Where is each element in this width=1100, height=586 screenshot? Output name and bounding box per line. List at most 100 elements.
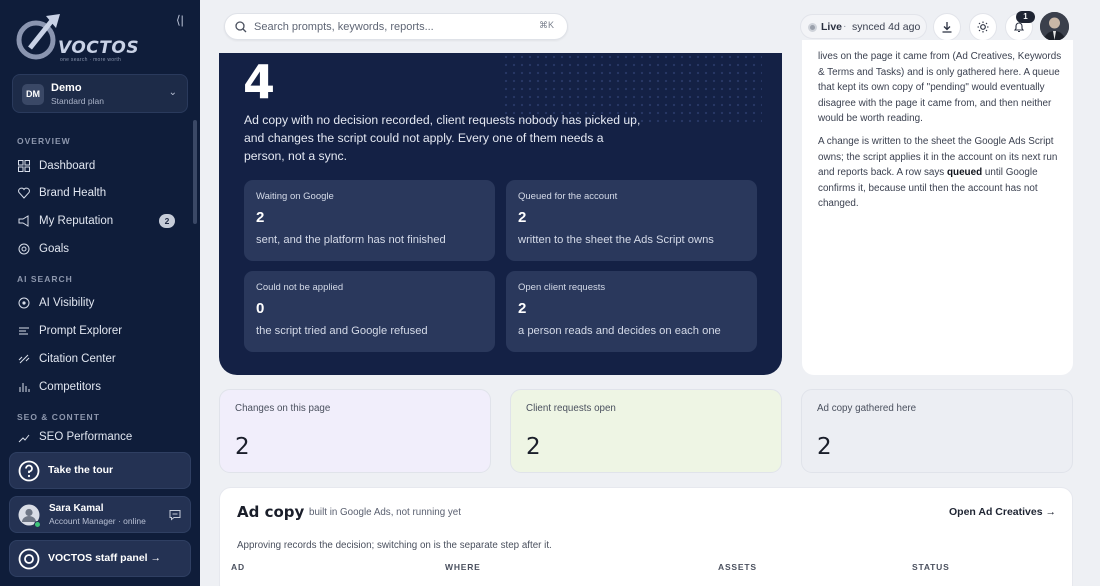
column-header-ad[interactable]: AD [231,562,245,572]
stat-could-not-be-applied[interactable]: Could not be applied 0 the script tried … [244,271,495,352]
stat-queued-for-account[interactable]: Queued for the account 2 written to the … [506,180,757,261]
reputation-count-badge: 2 [159,214,175,228]
sidebar-item-citation-center[interactable]: Citation Center [17,349,177,369]
metric-client-requests-open[interactable]: Client requests open 2 [510,389,782,473]
workspace-avatar: DM [22,84,44,105]
lifebuoy-icon [18,548,40,570]
online-status-dot [34,521,41,528]
profile-photo-icon [1040,12,1069,41]
lines-icon [17,324,31,338]
stat-label: Could not be applied [256,282,344,293]
eye-circle-icon [17,296,31,310]
sidebar-item-dashboard[interactable]: Dashboard [17,156,177,176]
grid-icon [17,159,31,173]
sun-icon [977,21,989,33]
ad-copy-note: Approving records the decision; switchin… [237,540,552,551]
metric-changes-on-page[interactable]: Changes on this page 2 [219,389,491,473]
ad-copy-card: Ad copy built in Google Ads, not running… [219,487,1073,586]
sidebar-item-label: SEO Performance [39,431,133,443]
synced-time: synced 4d ago [852,21,921,33]
metric-ad-copy-gathered[interactable]: Ad copy gathered here 2 [801,389,1073,473]
stat-value: 2 [256,209,265,226]
sidebar-item-brand-health[interactable]: Brand Health [17,183,177,203]
sidebar-item-label: Prompt Explorer [39,325,123,337]
sidebar-item-goals[interactable]: Goals [17,239,177,259]
download-button[interactable] [933,13,961,41]
sidebar-item-label: Goals [39,243,70,255]
bar-chart-icon [17,380,31,394]
stat-caption: a person reads and decides on each one [518,325,721,337]
chat-icon[interactable] [169,509,181,521]
sidebar-item-label: AI Visibility [39,297,95,309]
nav-section-ai-search: AI SEARCH [17,274,73,284]
column-header-assets[interactable]: ASSETS [718,562,757,572]
stat-value: 2 [518,300,527,317]
stat-value: 0 [256,300,265,317]
stat-caption: written to the sheet the Ads Script owns [518,234,714,246]
sidebar-item-seo-performance[interactable]: SEO Performance [17,431,177,445]
trend-icon [17,431,31,445]
needs-attention-description: Ad copy with no decision recorded, clien… [244,113,641,163]
ad-copy-title: Ad copy [237,503,305,521]
stat-open-client-requests[interactable]: Open client requests 2 a person reads an… [506,271,757,352]
metric-value: 2 [526,434,541,460]
target-icon [17,242,31,256]
queued-keyword: queued [947,167,983,178]
sidebar-item-label: Dashboard [39,160,96,172]
user-role: Account Manager · online [49,516,146,526]
user-card[interactable]: Sara Kamal Account Manager · online [9,496,191,533]
metric-label: Client requests open [526,403,616,414]
metric-label: Ad copy gathered here [817,403,917,414]
logo-tagline: one search · more worth [60,57,122,63]
help-circle-icon [18,460,40,482]
take-tour-button[interactable]: Take the tour [9,452,191,489]
open-ad-creatives-link[interactable]: Open Ad Creatives → [949,506,1056,518]
sidebar-item-label: Citation Center [39,353,116,365]
voctos-logo[interactable]: VOCTOS one search · more worth [14,12,139,63]
workspace-switcher[interactable]: DM Demo Standard plan ⌄ [12,74,188,113]
staff-panel-label: VOCTOS staff panel → [48,552,161,564]
search-shortcut-hint: ⌘K [538,20,554,30]
download-icon [942,22,952,33]
chevron-down-icon: ⌄ [168,87,177,98]
search-bar[interactable]: Search prompts, keywords, reports... ⌘K [224,13,568,40]
column-header-status[interactable]: STATUS [912,562,950,572]
search-input[interactable]: Search prompts, keywords, reports... [254,21,434,33]
sidebar-scrollbar[interactable] [193,120,197,224]
column-header-where[interactable]: WHERE [445,562,481,572]
stat-caption: sent, and the platform has not finished [256,234,446,246]
metric-value: 2 [235,434,250,460]
metric-value: 2 [817,434,832,460]
stat-label: Waiting on Google [256,191,334,202]
stat-label: Queued for the account [518,191,618,202]
sidebar-item-competitors[interactable]: Competitors [17,377,177,397]
nav-section-overview: OVERVIEW [17,136,71,146]
live-status-dot [808,23,817,32]
sidebar-item-label: Competitors [39,381,101,393]
live-label: Live [821,21,843,33]
profile-avatar[interactable] [1040,12,1069,41]
staff-panel-button[interactable]: VOCTOS staff panel → [9,540,191,577]
user-name: Sara Kamal [49,503,104,514]
nav-section-seo-content: SEO & CONTENT [17,412,100,422]
stat-caption: the script tried and Google refused [256,325,428,337]
take-tour-label: Take the tour [48,464,114,476]
status-separator: · [843,20,847,32]
logo-wordmark: VOCTOS [58,38,140,58]
sidebar-item-ai-visibility[interactable]: AI Visibility [17,293,177,313]
workspace-plan: Standard plan [51,96,104,106]
search-icon [235,21,247,33]
metric-label: Changes on this page [235,403,331,414]
stat-value: 2 [518,209,527,226]
heart-icon [17,186,31,200]
live-sync-status: Live · synced 4d ago [800,14,927,39]
sidebar-item-prompt-explorer[interactable]: Prompt Explorer [17,321,177,341]
sidebar: VOCTOS one search · more worth ⟨| DM Dem… [0,0,200,586]
needs-attention-count: 4 [243,55,276,109]
stat-waiting-on-google[interactable]: Waiting on Google 2 sent, and the platfo… [244,180,495,261]
ad-copy-subtitle: built in Google Ads, not running yet [309,507,461,518]
theme-toggle-button[interactable] [969,13,997,41]
sidebar-item-my-reputation[interactable]: My Reputation 2 [17,211,177,231]
collapse-sidebar-icon[interactable]: ⟨| [176,13,184,27]
megaphone-icon [17,214,31,228]
